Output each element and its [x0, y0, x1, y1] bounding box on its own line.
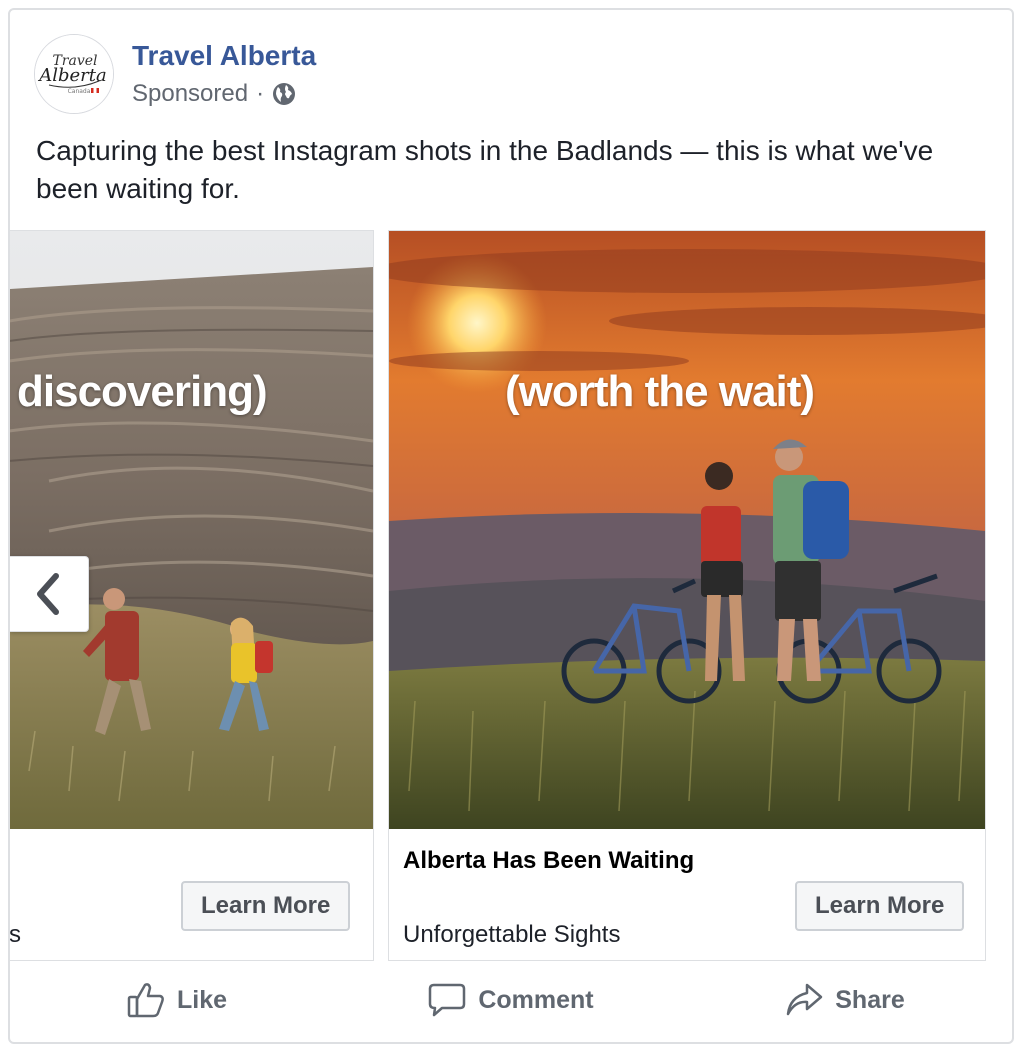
ad-post-card: Travel Alberta Canada Travel Alberta Spo… [8, 8, 1014, 1044]
sponsored-label[interactable]: Sponsored [132, 80, 248, 108]
chevron-left-icon [37, 573, 59, 615]
comment-bubble-icon [429, 983, 466, 1017]
overlay-text-worth-the-wait: (worth the wait) [505, 367, 815, 416]
separator-dot: · [256, 80, 265, 107]
like-label: Like [176, 985, 228, 1014]
thumbs-up-icon [127, 983, 164, 1018]
comment-button[interactable]: Comment [344, 965, 678, 1035]
travel-alberta-logo: Travel Alberta Canada [35, 35, 113, 113]
card-description-fragment: s [9, 921, 21, 948]
carousel-card-current[interactable]: (worth the wait) Alberta Has Been Waitin… [388, 230, 986, 961]
comment-label: Comment [478, 985, 594, 1014]
share-button[interactable]: Share [678, 965, 1012, 1035]
sponsored-row: Sponsored · [132, 80, 296, 108]
learn-more-button[interactable]: Learn More [795, 881, 965, 931]
post-text: Capturing the best Instagram shots in th… [36, 135, 934, 204]
card-description: Unforgettable Sights [403, 921, 621, 948]
page-name-link[interactable]: Travel Alberta [132, 40, 316, 72]
logo-line2: Alberta [37, 65, 107, 86]
share-label: Share [835, 985, 905, 1014]
sunset-cyclists-image [389, 231, 985, 829]
card-title[interactable]: Alberta Has Been Waiting [403, 847, 694, 875]
page-avatar[interactable]: Travel Alberta Canada [34, 34, 114, 114]
badlands-hikers-image [10, 231, 373, 829]
globe-icon[interactable] [272, 82, 296, 106]
logo-line3: Canada [68, 88, 91, 95]
carousel-previous-button[interactable] [10, 556, 89, 632]
share-arrow-icon [787, 983, 823, 1016]
post-action-bar: Like Comment Share [10, 965, 1012, 1035]
like-button[interactable]: Like [10, 965, 344, 1035]
learn-more-button[interactable]: Learn More [181, 881, 351, 931]
overlay-text-discovering: discovering) [17, 367, 268, 416]
